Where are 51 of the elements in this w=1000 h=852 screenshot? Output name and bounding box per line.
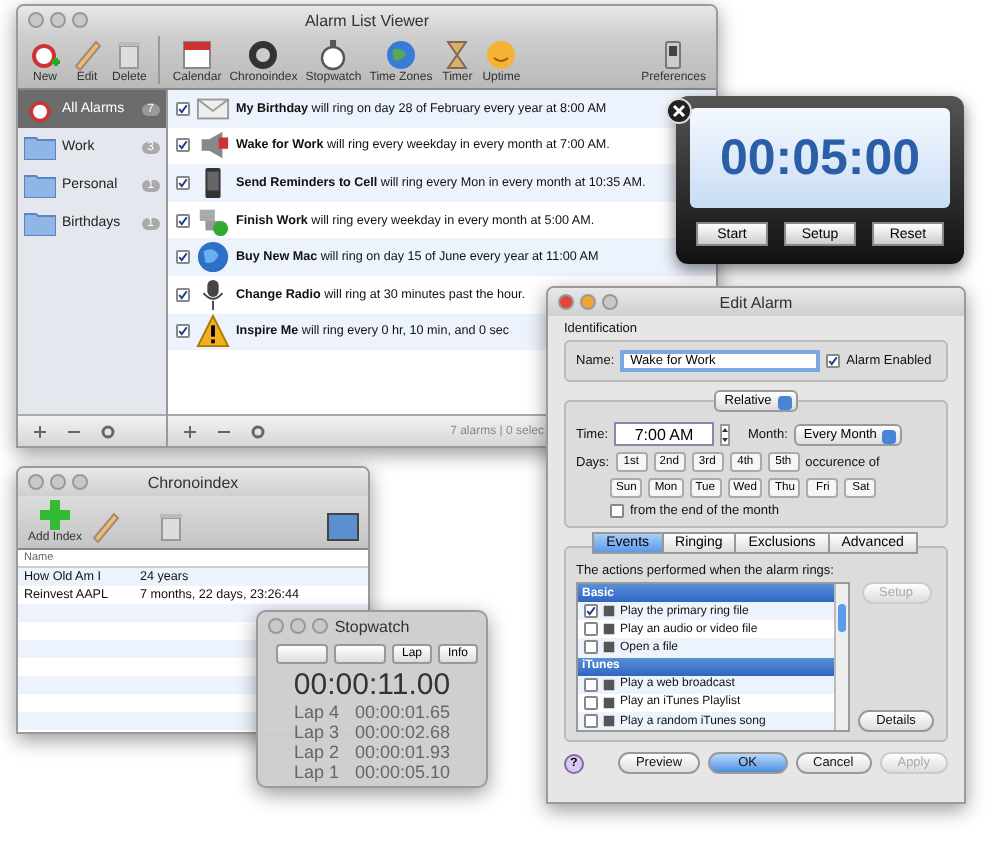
checkbox[interactable] bbox=[584, 604, 598, 619]
lap-time: 00:00:01.65 bbox=[354, 702, 451, 722]
checkbox[interactable] bbox=[176, 175, 190, 190]
stopwatch-icon bbox=[316, 38, 351, 72]
scrollbar[interactable] bbox=[834, 584, 848, 731]
lap-time: 00:00:01.93 bbox=[354, 742, 451, 762]
stepper-icon[interactable] bbox=[720, 423, 731, 445]
action-button[interactable] bbox=[334, 644, 386, 664]
close-icon[interactable] bbox=[666, 98, 692, 124]
checkbox[interactable] bbox=[176, 101, 190, 116]
checkbox[interactable] bbox=[176, 213, 190, 228]
plus-icon bbox=[38, 498, 73, 532]
folder-icon bbox=[24, 211, 56, 235]
folder-icon bbox=[24, 173, 56, 197]
lap-time: 00:00:05.10 bbox=[354, 762, 451, 782]
action-button[interactable] bbox=[276, 644, 328, 664]
checkbox[interactable] bbox=[176, 250, 190, 265]
pencil-icon bbox=[70, 38, 104, 72]
checkbox[interactable] bbox=[584, 677, 598, 692]
lap-label: Lap 4 bbox=[293, 702, 339, 722]
picture-icon[interactable] bbox=[326, 510, 360, 544]
window-title: Chronoindex bbox=[147, 473, 239, 491]
lap-label: Lap 1 bbox=[293, 762, 339, 782]
window-title: Stopwatch bbox=[334, 617, 410, 635]
folder-icon bbox=[24, 135, 56, 159]
time-field[interactable]: 7:00 AM bbox=[614, 422, 715, 446]
smiley-icon bbox=[484, 38, 519, 72]
dial-icon bbox=[246, 38, 281, 72]
lap-label: Lap 2 bbox=[293, 742, 339, 762]
elapsed-time: 00:00:11.00 bbox=[293, 668, 451, 702]
window-title: Alarm List Viewer bbox=[304, 11, 430, 29]
checkbox[interactable] bbox=[826, 354, 841, 368]
checkbox[interactable] bbox=[584, 714, 598, 729]
checkbox[interactable] bbox=[584, 695, 598, 710]
checkbox[interactable] bbox=[610, 504, 624, 518]
globe-icon bbox=[383, 38, 418, 72]
checkbox[interactable] bbox=[176, 324, 190, 339]
checkbox[interactable] bbox=[584, 622, 598, 637]
timer-display: 00:05:00 bbox=[690, 108, 950, 208]
alarm-clock-icon bbox=[24, 95, 56, 123]
checkbox[interactable] bbox=[176, 287, 190, 302]
megaphone-icon bbox=[196, 128, 230, 163]
warning-icon bbox=[196, 314, 230, 349]
lap-time: 00:00:02.68 bbox=[354, 722, 451, 742]
checkbox[interactable] bbox=[584, 640, 598, 655]
checkbox[interactable] bbox=[176, 138, 190, 153]
lap-label: Lap 3 bbox=[293, 722, 339, 742]
globe-icon bbox=[196, 240, 230, 275]
alarm-clock-icon bbox=[28, 38, 62, 72]
window-title: Edit Alarm bbox=[719, 293, 793, 311]
pencil-icon[interactable] bbox=[88, 510, 123, 544]
